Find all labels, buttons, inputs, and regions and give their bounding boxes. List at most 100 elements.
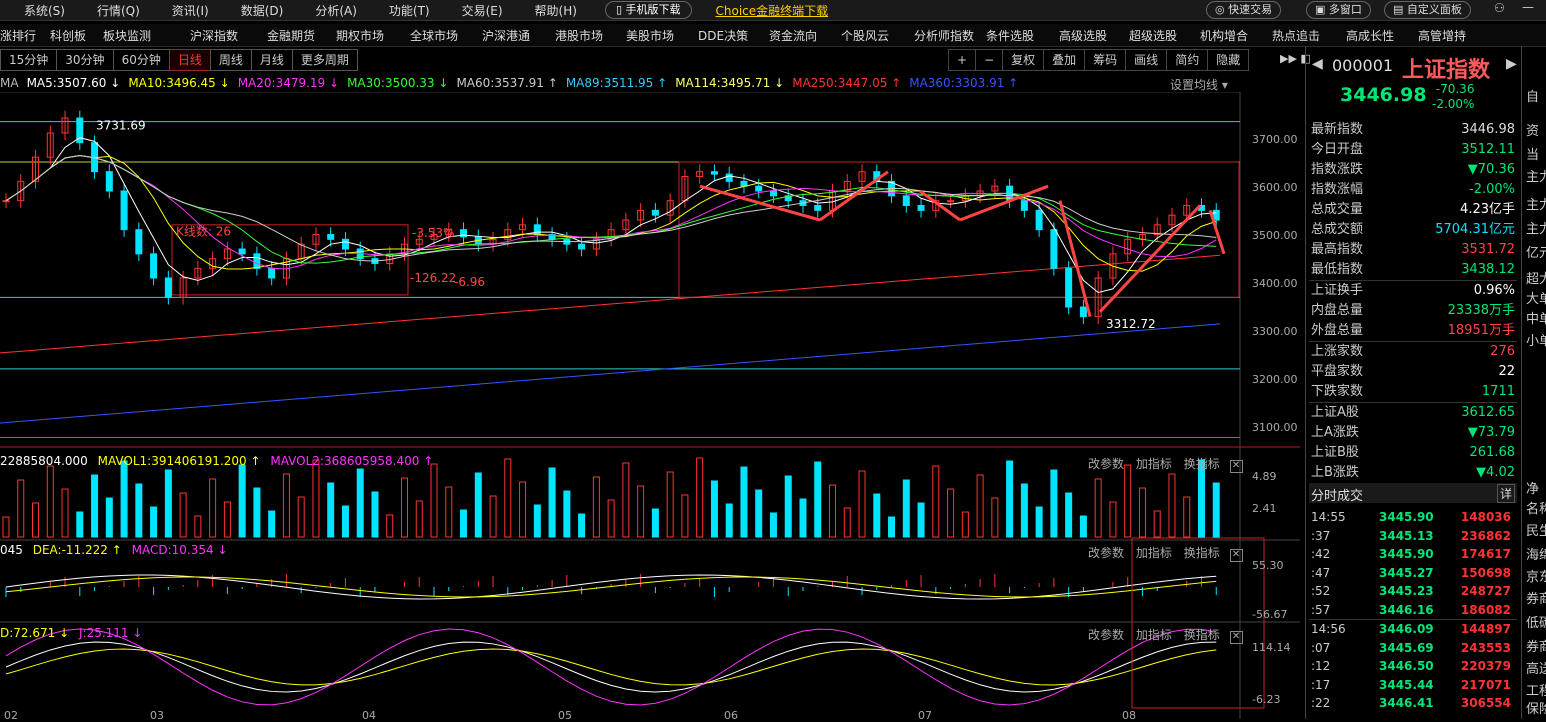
tick-detail-button[interactable]: 详 bbox=[1496, 484, 1515, 503]
nav-item[interactable]: 分析师指数 bbox=[914, 27, 974, 44]
nav-item[interactable]: 高级选股 bbox=[1059, 27, 1107, 44]
tick-price: 3445.90 bbox=[1379, 547, 1434, 561]
set-ma-button[interactable]: 设置均线 ▾ bbox=[1170, 76, 1228, 93]
edit-params-button[interactable]: 改参数 bbox=[1088, 628, 1124, 642]
switch-indicator-button[interactable]: 换指标 bbox=[1184, 546, 1220, 560]
toolbar-button[interactable]: 隐藏 bbox=[1207, 49, 1250, 71]
tick-row: :42 3445.90 174617 bbox=[1309, 545, 1517, 564]
nav-item[interactable]: 资金流向 bbox=[769, 27, 817, 44]
kline-chart[interactable]: 3731.69 3312.72 K线数: 26 -3.53% -126.22-6.96 bbox=[0, 92, 1300, 719]
close-icon[interactable]: ✕ bbox=[1229, 549, 1243, 562]
price-axis-label: 3200.00 bbox=[1252, 373, 1298, 386]
switch-indicator-button[interactable]: 换指标 bbox=[1184, 628, 1220, 642]
timeframe-tab[interactable]: 60分钟 bbox=[112, 49, 170, 71]
minimize-icon[interactable]: — bbox=[1522, 0, 1534, 14]
timeframe-tab[interactable]: 周线 bbox=[209, 49, 252, 71]
nav-item[interactable]: 条件选股 bbox=[986, 27, 1034, 44]
close-icon[interactable]: ✕ bbox=[1229, 631, 1243, 644]
toolbar-button[interactable]: 筹码 bbox=[1084, 49, 1127, 71]
side-panel-clipped: 自资当主力主力主力亿元超大大单中单小单净名称民生海绵京东券商低碳券商高送工程保险 bbox=[1521, 46, 1546, 719]
add-indicator-button[interactable]: 加指标 bbox=[1136, 546, 1172, 560]
timeframe-tab[interactable]: 更多周期 bbox=[291, 49, 358, 71]
volume-bar bbox=[519, 481, 527, 538]
menu-item[interactable]: 数据(D) bbox=[217, 2, 292, 19]
volume-bar bbox=[1035, 506, 1043, 538]
tick-price: 3446.09 bbox=[1379, 622, 1434, 636]
quote-value: 3446.98 bbox=[1461, 122, 1515, 137]
menu-item[interactable]: 资讯(I) bbox=[148, 2, 217, 19]
volume-bar bbox=[651, 508, 659, 538]
candle-body bbox=[341, 238, 349, 250]
nav-item[interactable]: DDE决策 bbox=[698, 27, 748, 44]
nav-item[interactable]: 全球市场 bbox=[410, 27, 458, 44]
nav-item[interactable]: 高成长性 bbox=[1346, 27, 1394, 44]
tick-time: :17 bbox=[1311, 677, 1331, 692]
nav-item[interactable]: 美股市场 bbox=[626, 27, 674, 44]
nav-item[interactable]: 科创板 bbox=[50, 27, 86, 44]
quote-value: 276 bbox=[1490, 344, 1515, 359]
nav-item[interactable]: 沪深指数 bbox=[190, 27, 238, 44]
menu-bar: 系统(S) 行情(Q) 资讯(I) 数据(D) 分析(A) 功能(T) 交易(E… bbox=[0, 0, 1546, 21]
volume-bar bbox=[91, 474, 99, 538]
close-icon[interactable]: ✕ bbox=[1229, 460, 1243, 473]
volume-bar bbox=[548, 467, 556, 538]
menu-item[interactable]: 行情(Q) bbox=[73, 2, 148, 19]
macd-dea-line bbox=[5, 576, 1217, 598]
quote-value: ▼70.36 bbox=[1467, 162, 1515, 177]
toolbar-button[interactable]: − bbox=[975, 49, 1004, 71]
nav-item[interactable]: 个股风云 bbox=[841, 27, 889, 44]
edit-params-button[interactable]: 改参数 bbox=[1088, 457, 1124, 471]
candle-body bbox=[651, 209, 659, 216]
nav-item[interactable]: 期权市场 bbox=[336, 27, 384, 44]
timeframe-tab[interactable]: 30分钟 bbox=[56, 49, 114, 71]
ma-trend-arrow: ↓ bbox=[215, 76, 230, 90]
quick-trade-button[interactable]: ◎ 快速交易 bbox=[1206, 1, 1282, 19]
timeframe-tab[interactable]: 日线 bbox=[168, 49, 211, 71]
add-indicator-button[interactable]: 加指标 bbox=[1136, 457, 1172, 471]
nav-item[interactable]: 机构增合 bbox=[1200, 27, 1248, 44]
side-panel-text: 工程 bbox=[1526, 684, 1546, 699]
add-indicator-button[interactable]: 加指标 bbox=[1136, 628, 1172, 642]
next-symbol-icon[interactable]: ▶ bbox=[1506, 56, 1517, 72]
nav-item[interactable]: 超级选股 bbox=[1129, 27, 1177, 44]
timeframe-tab[interactable]: 月线 bbox=[250, 49, 293, 71]
low-annotation: 3312.72 bbox=[1106, 317, 1156, 331]
candle-body bbox=[1065, 267, 1073, 308]
toolbar-button[interactable]: + bbox=[948, 49, 977, 71]
volume-bar bbox=[371, 491, 379, 538]
menu-item[interactable]: 帮助(H) bbox=[511, 2, 585, 19]
multi-window-button[interactable]: ▣ 多窗口 bbox=[1306, 1, 1371, 19]
quote-label: 今日开盘 bbox=[1311, 142, 1364, 157]
user-icon[interactable]: ⚇ bbox=[1494, 1, 1505, 15]
menu-item[interactable]: 功能(T) bbox=[365, 2, 438, 19]
toolbar-button[interactable]: 画线 bbox=[1125, 49, 1168, 71]
ma-legend-item: MA60:3537.91 bbox=[456, 76, 544, 90]
menu-item[interactable]: 系统(S) bbox=[0, 2, 73, 19]
nav-item[interactable]: 金融期货 bbox=[267, 27, 315, 44]
toolbar-button[interactable]: 叠加 bbox=[1043, 49, 1086, 71]
nav-item[interactable]: 涨排行 bbox=[0, 27, 36, 44]
switch-indicator-button[interactable]: 换指标 bbox=[1184, 457, 1220, 471]
menu-item[interactable]: 分析(A) bbox=[291, 2, 365, 19]
volume-bar bbox=[415, 500, 423, 538]
nav-item[interactable]: 热点追击 bbox=[1272, 27, 1320, 44]
nav-item[interactable]: 沪深港通 bbox=[482, 27, 530, 44]
quote-row: 上B涨跌 ▼4.02 bbox=[1309, 463, 1517, 483]
mobile-download-button[interactable]: ▯ 手机版下载 bbox=[604, 1, 692, 19]
nav-item[interactable]: 板块监测 bbox=[103, 27, 151, 44]
custom-panel-button[interactable]: ▤ 自定义面板 bbox=[1384, 1, 1471, 19]
timeframe-tabs: 15分钟 30分钟 60分钟 日线 周线 月线 更多周期 bbox=[0, 49, 358, 71]
menu-item[interactable]: 交易(E) bbox=[438, 2, 511, 19]
toolbar-button[interactable]: 复权 bbox=[1002, 49, 1045, 71]
trade-icon: ◎ bbox=[1215, 3, 1229, 16]
choice-download-link[interactable]: Choice金融终端下载 bbox=[716, 2, 829, 19]
nav-item[interactable]: 高管增持 bbox=[1418, 27, 1466, 44]
nav-item[interactable]: 港股市场 bbox=[555, 27, 603, 44]
tick-price: 3446.16 bbox=[1379, 602, 1434, 617]
volume-panel-buttons: 改参数 加指标 换指标 ✕ bbox=[1088, 455, 1243, 473]
volume-bar bbox=[341, 505, 349, 538]
prev-symbol-icon[interactable]: ◀ bbox=[1312, 56, 1323, 72]
toolbar-button[interactable]: 简约 bbox=[1166, 49, 1209, 71]
edit-params-button[interactable]: 改参数 bbox=[1088, 546, 1124, 560]
timeframe-tab[interactable]: 15分钟 bbox=[0, 49, 58, 71]
